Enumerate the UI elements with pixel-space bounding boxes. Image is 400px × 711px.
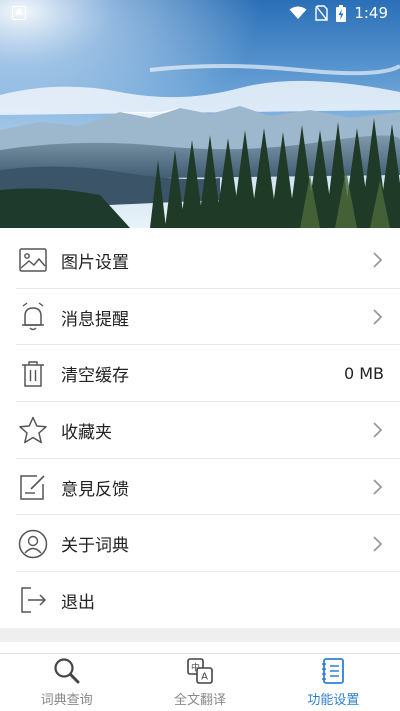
battery-charging-icon	[336, 4, 347, 22]
tab-label: 全文翻译	[173, 693, 226, 708]
translate-icon: 中A	[187, 658, 213, 684]
menu-item-about[interactable]: 关于词典	[0, 515, 400, 573]
menu-item-label: 图片设置	[61, 252, 129, 273]
trash-icon	[18, 359, 48, 389]
chevron-right-icon	[373, 252, 383, 268]
tab-function-settings[interactable]: 功能设置	[267, 654, 400, 711]
chevron-right-icon	[373, 536, 383, 552]
status-time: 1:49	[354, 4, 388, 22]
user-circle-icon	[18, 529, 48, 559]
tab-label: 功能设置	[307, 693, 360, 708]
wifi-icon	[289, 6, 307, 19]
menu-item-clear-cache[interactable]: 清空缓存 0 MB	[0, 345, 400, 403]
star-icon	[18, 415, 48, 445]
bell-icon	[18, 302, 48, 332]
tab-full-translation[interactable]: 中A 全文翻译	[133, 654, 266, 711]
image-icon	[18, 245, 48, 275]
menu-item-feedback[interactable]: 意見反馈	[0, 459, 400, 516]
svg-text:A: A	[201, 672, 208, 683]
menu-item-notifications[interactable]: 消息提醒	[0, 289, 400, 346]
menu-item-label: 消息提醒	[61, 309, 129, 330]
chevron-right-icon	[373, 422, 383, 439]
menu-item-label: 退出	[61, 592, 95, 613]
menu-item-logout[interactable]: 退出	[0, 572, 400, 629]
settings-notebook-icon	[322, 658, 345, 684]
menu-item-label: 意見反馈	[61, 479, 129, 500]
menu-item-label: 关于词典	[61, 536, 129, 557]
tab-label: 词典查询	[40, 693, 93, 708]
menu-item-label: 清空缓存	[61, 366, 129, 387]
status-bar: A 1:49	[0, 0, 400, 26]
section-separator	[0, 628, 400, 642]
bottom-tab-bar: 词典查询 中A 全文翻译 功能设置	[0, 653, 400, 711]
chevron-right-icon	[373, 309, 383, 325]
settings-menu: 图片设置 消息提醒 清空缓存 0 MB 收藏夹 意見反馈 关于词典 退出	[0, 232, 400, 629]
logout-icon	[18, 585, 48, 615]
header-landscape-image	[0, 0, 400, 228]
chevron-right-icon	[373, 479, 383, 495]
menu-item-image-settings[interactable]: 图片设置	[0, 232, 400, 289]
feedback-icon	[18, 472, 48, 502]
tab-dictionary-search[interactable]: 词典查询	[0, 654, 133, 711]
cache-size-value: 0 MB	[343, 364, 384, 384]
notification-icon: A	[12, 6, 26, 20]
no-sim-icon	[315, 5, 329, 21]
search-icon	[54, 658, 80, 684]
menu-item-label: 收藏夹	[61, 422, 112, 443]
menu-item-favorites[interactable]: 收藏夹	[0, 402, 400, 459]
